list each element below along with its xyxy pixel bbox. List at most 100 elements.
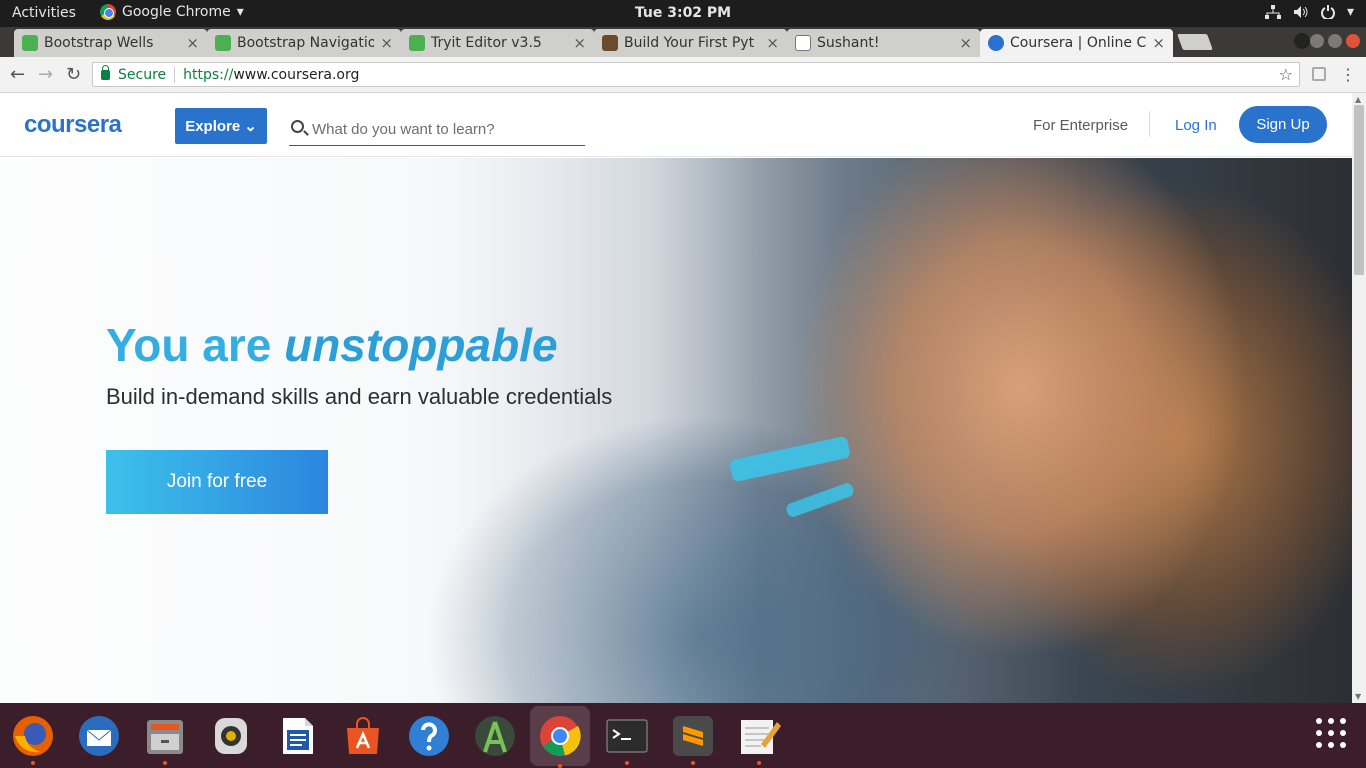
- reload-button[interactable]: ↻: [66, 64, 81, 85]
- scroll-up-arrow[interactable]: ▲: [1355, 95, 1361, 104]
- tab-label: Sushant!: [817, 35, 880, 51]
- running-indicator: [757, 761, 761, 765]
- tab-label: Bootstrap Navigatio: [237, 35, 375, 51]
- dock-google-chrome[interactable]: [530, 706, 590, 768]
- scrollbar-thumb[interactable]: [1354, 105, 1364, 275]
- chrome-icon: [540, 716, 581, 757]
- robot-arm-image: [784, 481, 856, 519]
- close-icon[interactable]: ×: [1152, 34, 1165, 52]
- running-indicator: [691, 761, 695, 765]
- browser-toolbar: ← → ↻ Secure https:// www.coursera.org ☆…: [0, 57, 1366, 93]
- dock-rhythmbox[interactable]: [208, 713, 254, 759]
- running-indicator: [625, 761, 629, 765]
- close-icon[interactable]: ×: [380, 34, 393, 52]
- tab-sushant[interactable]: Sushant! ×: [787, 29, 980, 57]
- hero-banner: You are unstoppable Build in-demand skil…: [0, 158, 1352, 703]
- tab-bootstrap-navigation[interactable]: Bootstrap Navigatio ×: [207, 29, 401, 57]
- dock-sublime-text[interactable]: [670, 713, 716, 765]
- hero-subtitle: Build in-demand skills and earn valuable…: [106, 384, 613, 409]
- omnibox-divider: [174, 66, 176, 83]
- rhythmbox-icon: [215, 718, 247, 754]
- w3schools-icon: [215, 35, 231, 51]
- hero-overlay: [0, 158, 760, 703]
- chevron-down-icon: ▾: [1346, 4, 1354, 20]
- forward-button[interactable]: →: [38, 64, 53, 85]
- page-scrollbar[interactable]: ▲ ▼: [1352, 93, 1366, 703]
- chrome-icon: [100, 4, 116, 20]
- join-for-free-button[interactable]: Join for free: [106, 450, 328, 514]
- close-icon[interactable]: ×: [766, 34, 779, 52]
- w3schools-icon: [409, 35, 425, 51]
- terminal-icon: [606, 719, 648, 753]
- hero-title-plain: You are: [106, 319, 285, 371]
- lock-icon: [101, 64, 110, 80]
- hero-title: You are unstoppable: [106, 318, 558, 372]
- close-icon[interactable]: ×: [573, 34, 586, 52]
- tab-label: Tryit Editor v3.5: [431, 35, 542, 51]
- bookmark-star-icon[interactable]: ☆: [1279, 65, 1293, 84]
- dock-firefox[interactable]: [10, 713, 56, 765]
- search-input[interactable]: [312, 120, 572, 138]
- software-center-icon: [347, 717, 379, 754]
- chrome-menu-button[interactable]: ⋮: [1340, 65, 1356, 84]
- dock-libreoffice-writer[interactable]: [274, 713, 320, 759]
- firefox-icon: [13, 716, 53, 756]
- tab-bootstrap-wells[interactable]: Bootstrap Wells ×: [14, 29, 207, 57]
- secure-label: Secure: [118, 66, 167, 83]
- close-icon[interactable]: ×: [186, 34, 199, 52]
- page-viewport: coursera Explore ⌄ For Enterprise Log In…: [0, 93, 1352, 703]
- coursera-icon: [988, 35, 1004, 51]
- tab-strip: Bootstrap Wells × Bootstrap Navigatio × …: [0, 27, 1366, 57]
- log-in-link[interactable]: Log In: [1175, 117, 1217, 134]
- window-close-icon[interactable]: [1346, 34, 1360, 48]
- help-icon: [409, 716, 449, 756]
- sign-up-button[interactable]: Sign Up: [1239, 106, 1327, 143]
- address-bar[interactable]: Secure https:// www.coursera.org ☆: [92, 62, 1300, 87]
- running-indicator: [163, 761, 167, 765]
- app-menu[interactable]: Google Chrome ▾: [100, 4, 244, 20]
- minimize-icon[interactable]: [1310, 34, 1324, 48]
- writer-icon: [283, 718, 313, 754]
- text-editor-icon: [741, 720, 781, 754]
- close-icon[interactable]: ×: [959, 34, 972, 52]
- thunderbird-icon: [79, 716, 119, 756]
- clock[interactable]: Tue 3:02 PM: [635, 5, 731, 21]
- robot-icon: [602, 35, 618, 51]
- page-icon: [795, 35, 811, 51]
- profile-icon[interactable]: [1294, 33, 1310, 49]
- dock-android-studio[interactable]: [472, 713, 518, 759]
- chevron-down-icon: ▾: [236, 4, 244, 20]
- dock-software-center[interactable]: [340, 713, 386, 759]
- maximize-icon[interactable]: [1328, 34, 1342, 48]
- window-controls: [1310, 34, 1360, 48]
- dock: [0, 703, 1366, 768]
- tab-label: Coursera | Online C: [1010, 35, 1147, 51]
- new-tab-button[interactable]: [1177, 34, 1213, 50]
- running-indicator: [31, 761, 35, 765]
- back-button[interactable]: ←: [10, 64, 25, 85]
- w3schools-icon: [22, 35, 38, 51]
- system-menu[interactable]: ▾: [1264, 4, 1354, 20]
- tab-coursera[interactable]: Coursera | Online C ×: [980, 29, 1173, 57]
- extension-icon[interactable]: [1312, 67, 1326, 81]
- dock-thunderbird[interactable]: [76, 713, 122, 759]
- explore-label: Explore: [185, 117, 241, 135]
- tab-tryit-editor[interactable]: Tryit Editor v3.5 ×: [401, 29, 594, 57]
- for-enterprise-link[interactable]: For Enterprise: [1033, 117, 1128, 134]
- volume-icon: [1293, 6, 1308, 18]
- dock-text-editor[interactable]: [736, 713, 782, 765]
- dock-help[interactable]: [406, 713, 452, 759]
- scroll-down-arrow[interactable]: ▼: [1355, 692, 1361, 701]
- tab-label: Build Your First Pyt: [624, 35, 755, 51]
- dock-files[interactable]: [142, 713, 188, 765]
- dock-terminal[interactable]: [604, 713, 650, 765]
- activities-button[interactable]: Activities: [12, 5, 76, 21]
- coursera-logo[interactable]: coursera: [24, 111, 122, 139]
- url-scheme: https://: [183, 66, 234, 83]
- android-studio-icon: [475, 716, 515, 756]
- site-header: coursera Explore ⌄ For Enterprise Log In…: [0, 93, 1352, 157]
- explore-button[interactable]: Explore ⌄: [175, 108, 267, 144]
- show-applications-icon[interactable]: [1316, 718, 1346, 748]
- tab-build-your-first-python[interactable]: Build Your First Pyt ×: [594, 29, 787, 57]
- search-icon: [291, 119, 304, 133]
